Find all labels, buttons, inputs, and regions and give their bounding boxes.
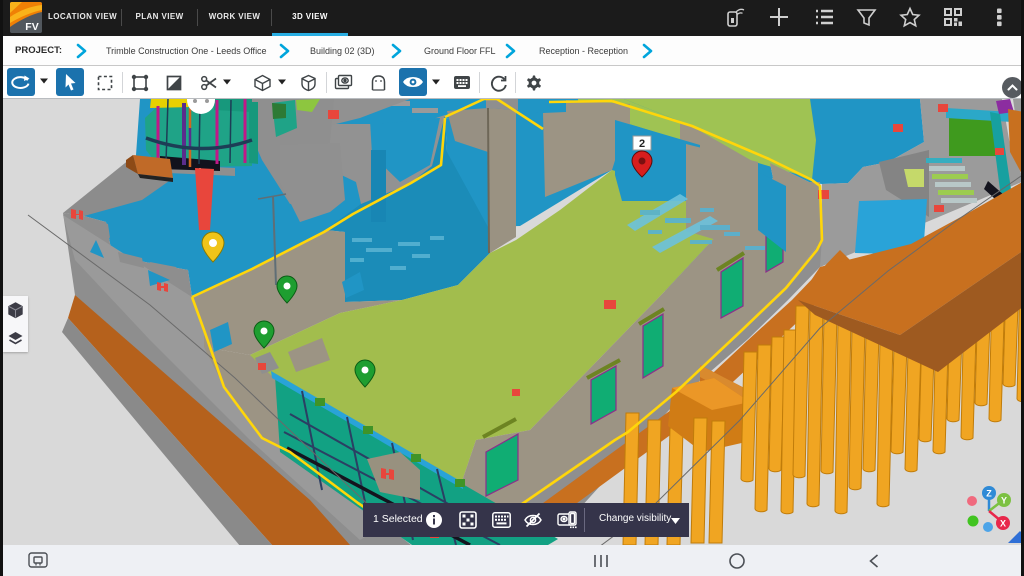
svg-text:Y: Y (1001, 496, 1007, 506)
svg-text:Z: Z (986, 489, 992, 499)
svg-text:FV: FV (25, 21, 38, 33)
svg-text:2: 2 (639, 138, 645, 150)
svg-text:X: X (1000, 519, 1006, 529)
